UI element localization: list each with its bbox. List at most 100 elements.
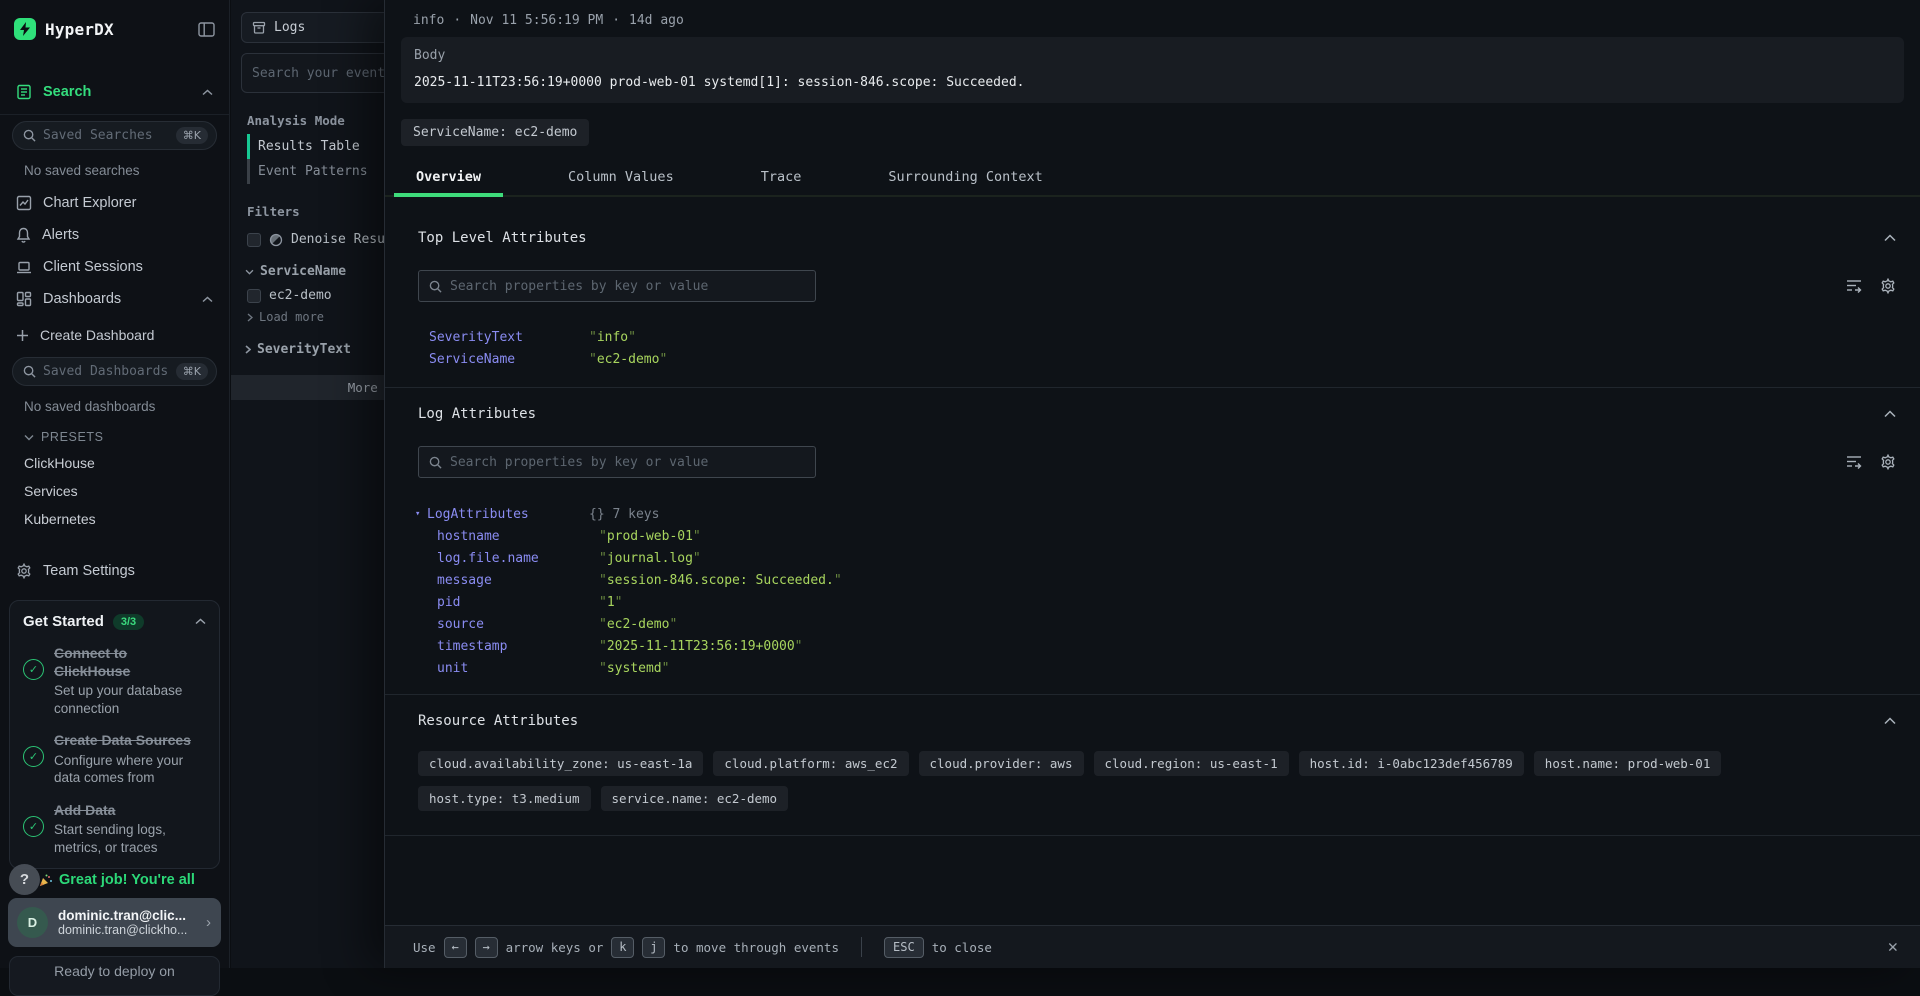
service-name-tag[interactable]: ServiceName: ec2-demo bbox=[401, 119, 589, 146]
user-name: dominic.tran@clic... bbox=[58, 908, 206, 923]
sidebar-item-alerts[interactable]: Alerts bbox=[0, 219, 229, 251]
sidebar-item-team-settings[interactable]: Team Settings bbox=[0, 555, 229, 587]
tab-overview[interactable]: Overview bbox=[404, 161, 493, 195]
dashboard-grid-icon bbox=[16, 291, 32, 307]
wrap-lines-icon[interactable] bbox=[1846, 278, 1863, 294]
attribute-row: hostname prod-web-01 bbox=[415, 525, 1920, 547]
resource-attribute-chips: cloud.availability_zone: us-east-1a clou… bbox=[385, 751, 1815, 811]
attribute-value[interactable]: systemd bbox=[599, 661, 669, 676]
attribute-row: log.file.name journal.log bbox=[415, 547, 1920, 569]
wrap-lines-icon[interactable] bbox=[1846, 454, 1863, 470]
resource-chip[interactable]: cloud.provider: aws bbox=[919, 751, 1084, 776]
saved-dashboards-input[interactable]: Saved Dashboards ⌘K bbox=[12, 357, 217, 386]
chevron-right-icon bbox=[245, 345, 251, 354]
deploy-teaser-card[interactable]: Ready to deploy on bbox=[9, 956, 220, 996]
footer-text: arrow keys or bbox=[506, 940, 604, 955]
close-icon[interactable]: ✕ bbox=[1888, 937, 1898, 957]
sidebar-item-label: Dashboards bbox=[43, 291, 121, 307]
attribute-key[interactable]: SeverityText bbox=[429, 330, 589, 345]
sidebar-item-label: Search bbox=[43, 84, 91, 100]
resource-chip[interactable]: host.type: t3.medium bbox=[418, 786, 591, 811]
top-level-search-row bbox=[385, 270, 1920, 302]
sidebar-item-search[interactable]: Search bbox=[0, 76, 229, 108]
user-email: dominic.tran@clickho... bbox=[58, 923, 206, 937]
log-attributes-search-box[interactable] bbox=[418, 446, 816, 478]
settings-gear-icon[interactable] bbox=[1880, 454, 1896, 470]
attribute-value[interactable]: 2025-11-11T23:56:19+0000 bbox=[599, 639, 803, 654]
sidebar-item-client-sessions[interactable]: Client Sessions bbox=[0, 251, 229, 283]
chevron-up-icon[interactable] bbox=[1884, 410, 1896, 418]
denoise-contrast-icon bbox=[269, 233, 283, 247]
sidebar-collapse-icon[interactable] bbox=[198, 22, 215, 37]
attribute-value[interactable]: 1 bbox=[599, 595, 622, 610]
attribute-key[interactable]: message bbox=[437, 573, 599, 588]
sidebar-item-label: Alerts bbox=[42, 227, 79, 243]
plus-icon bbox=[16, 329, 29, 342]
avatar-initial: D bbox=[28, 915, 37, 930]
attribute-key[interactable]: log.file.name bbox=[437, 551, 599, 566]
section-title: Log Attributes bbox=[418, 406, 536, 422]
attribute-value[interactable]: session-846.scope: Succeeded. bbox=[599, 573, 842, 588]
top-level-search-input[interactable] bbox=[450, 279, 805, 294]
event-timestamp: Nov 11 5:56:19 PM bbox=[470, 13, 603, 28]
check-circle-icon: ✓ bbox=[23, 659, 44, 680]
resource-chip[interactable]: cloud.platform: aws_ec2 bbox=[713, 751, 908, 776]
attribute-key[interactable]: unit bbox=[437, 661, 599, 676]
chevron-up-icon[interactable] bbox=[1884, 717, 1896, 725]
attribute-key[interactable]: source bbox=[437, 617, 599, 632]
task-connect-clickhouse[interactable]: ✓ Connect to ClickHouse Set up your data… bbox=[23, 645, 206, 717]
event-header: info · Nov 11 5:56:19 PM · 14d ago bbox=[385, 0, 1920, 28]
preset-services[interactable]: Services bbox=[0, 477, 229, 505]
resource-chip[interactable]: cloud.region: us-east-1 bbox=[1094, 751, 1289, 776]
top-level-attributes-table: SeverityText info ServiceName ec2-demo bbox=[385, 326, 1920, 370]
task-title: Connect to ClickHouse bbox=[54, 645, 206, 680]
sidebar-item-chart-explorer[interactable]: Chart Explorer bbox=[0, 187, 229, 219]
attribute-value[interactable]: ec2-demo bbox=[599, 617, 677, 632]
attribute-value[interactable]: ec2-demo bbox=[589, 352, 667, 367]
sidebar-item-dashboards[interactable]: Dashboards bbox=[0, 283, 229, 315]
resource-chip[interactable]: cloud.availability_zone: us-east-1a bbox=[418, 751, 703, 776]
resource-chip[interactable]: host.id: i-0abc123def456789 bbox=[1299, 751, 1524, 776]
create-dashboard-button[interactable]: Create Dashboard bbox=[0, 315, 229, 351]
task-add-data[interactable]: ✓ Add Data Start sending logs, metrics, … bbox=[23, 802, 206, 857]
log-attributes-search-input[interactable] bbox=[450, 455, 805, 470]
task-create-data-sources[interactable]: ✓ Create Data Sources Configure where yo… bbox=[23, 732, 206, 787]
top-level-search-box[interactable] bbox=[418, 270, 816, 302]
attribute-key[interactable]: pid bbox=[437, 595, 599, 610]
attribute-value[interactable]: info bbox=[589, 330, 636, 345]
team-settings-label: Team Settings bbox=[43, 563, 135, 579]
help-button[interactable]: ? bbox=[9, 864, 40, 895]
resource-chip[interactable]: host.name: prod-web-01 bbox=[1534, 751, 1722, 776]
chevron-up-icon[interactable] bbox=[1884, 234, 1896, 242]
tab-trace[interactable]: Trace bbox=[749, 161, 814, 195]
tab-column-values[interactable]: Column Values bbox=[556, 161, 686, 195]
preset-clickhouse[interactable]: ClickHouse bbox=[0, 449, 229, 477]
attribute-value[interactable]: prod-web-01 bbox=[599, 529, 701, 544]
preset-kubernetes[interactable]: Kubernetes bbox=[0, 505, 229, 533]
arrow-left-key: ← bbox=[444, 937, 467, 958]
attribute-row: message session-846.scope: Succeeded. bbox=[415, 569, 1920, 591]
attribute-key[interactable]: timestamp bbox=[437, 639, 599, 654]
resource-chip[interactable]: service.name: ec2-demo bbox=[601, 786, 789, 811]
event-relative-time: 14d ago bbox=[629, 13, 684, 28]
attribute-value[interactable]: journal.log bbox=[599, 551, 701, 566]
tree-root-row[interactable]: ▾ LogAttributes {} 7 keys bbox=[415, 503, 1920, 525]
chevron-up-icon[interactable] bbox=[195, 618, 206, 625]
get-started-progress-badge: 3/3 bbox=[113, 614, 144, 630]
user-menu[interactable]: D dominic.tran@clic... dominic.tran@clic… bbox=[8, 898, 221, 947]
attribute-key[interactable]: hostname bbox=[437, 529, 599, 544]
attribute-row: pid 1 bbox=[415, 591, 1920, 613]
presets-toggle[interactable]: PRESETS bbox=[0, 423, 229, 449]
filter-value-label: ec2-demo bbox=[269, 288, 332, 303]
chevron-up-icon bbox=[202, 89, 213, 96]
divider bbox=[861, 937, 862, 957]
tab-surrounding-context[interactable]: Surrounding Context bbox=[876, 161, 1054, 195]
search-list-icon bbox=[16, 84, 32, 100]
saved-searches-input[interactable]: Saved Searches ⌘K bbox=[12, 121, 217, 150]
tree-root-key[interactable]: LogAttributes bbox=[427, 507, 589, 522]
detail-footer: Use ← → arrow keys or k j to move throug… bbox=[385, 925, 1920, 968]
settings-gear-icon[interactable] bbox=[1880, 278, 1896, 294]
attribute-key[interactable]: ServiceName bbox=[429, 352, 589, 367]
ec2-demo-checkbox[interactable] bbox=[247, 289, 261, 303]
denoise-checkbox[interactable] bbox=[247, 233, 261, 247]
